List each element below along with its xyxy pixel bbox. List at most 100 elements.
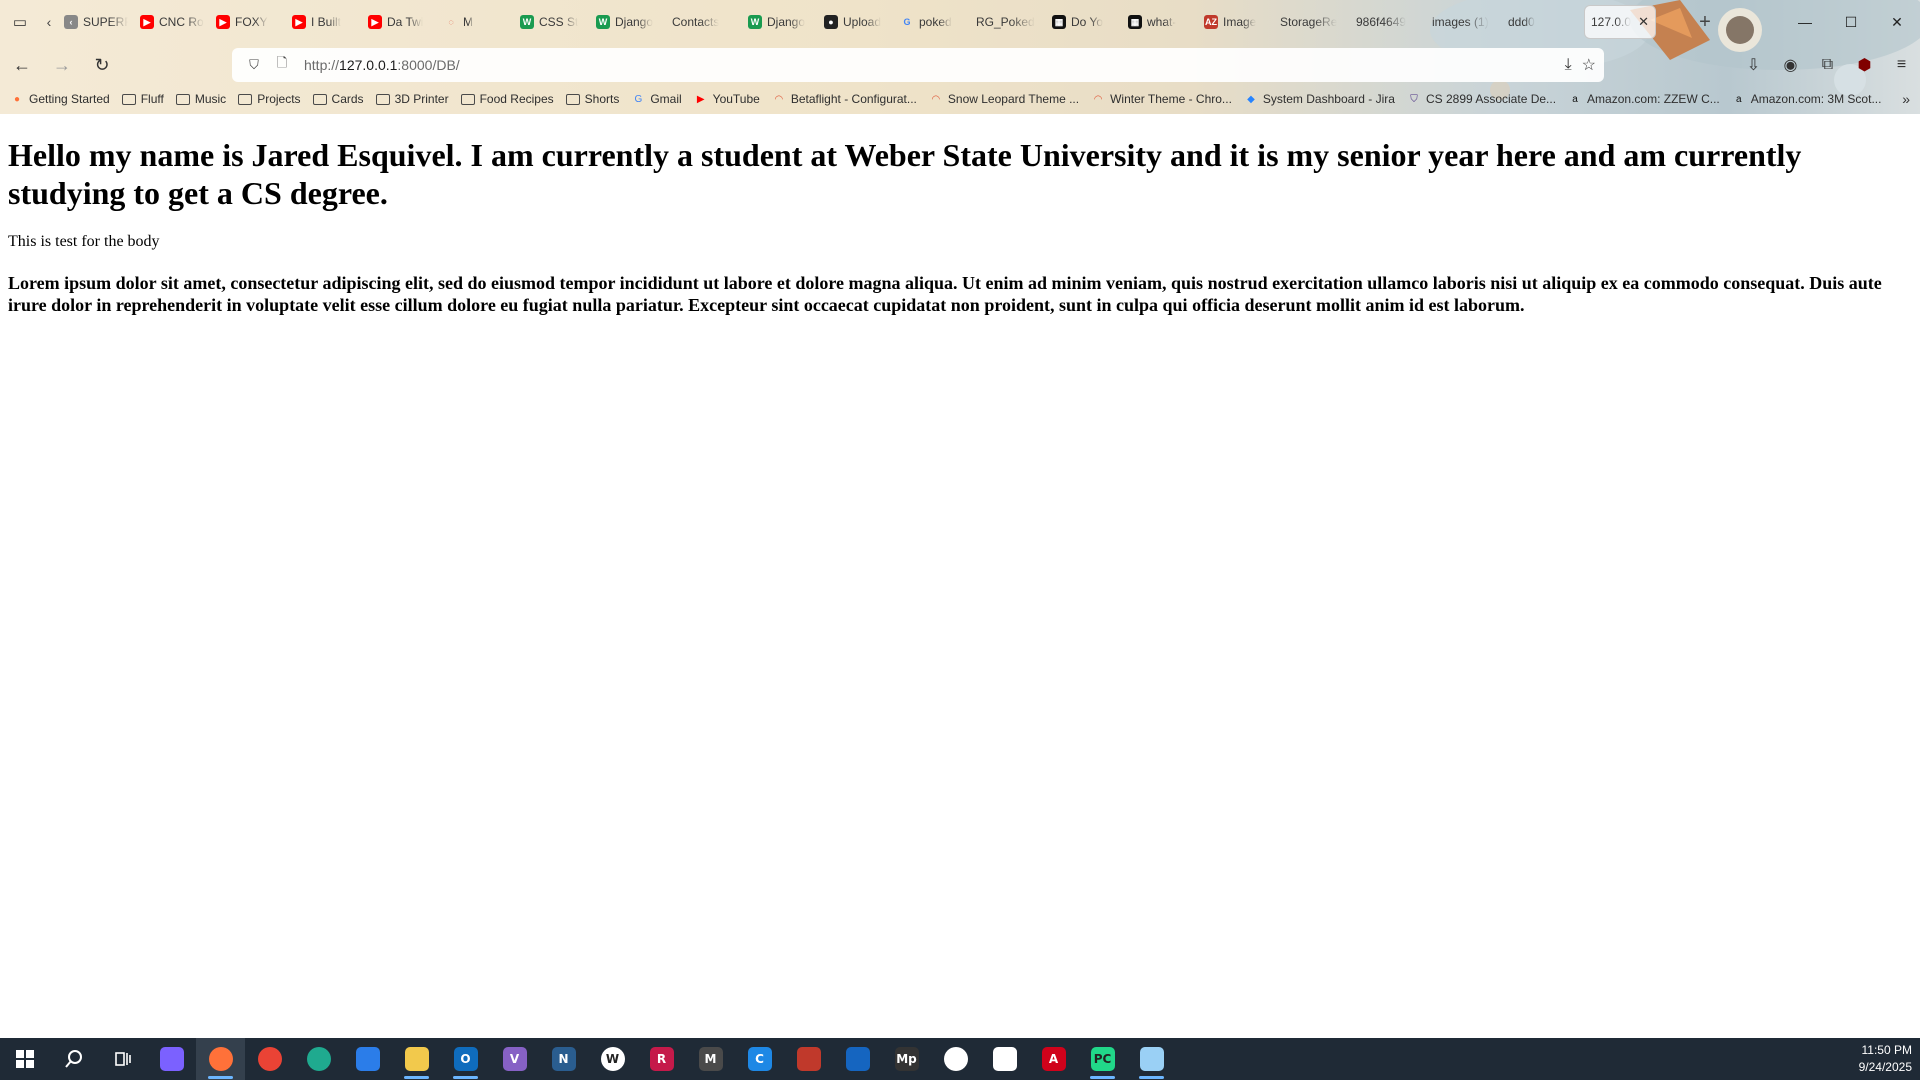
account-icon[interactable]: ◉ xyxy=(1772,49,1809,81)
copilot-icon[interactable] xyxy=(147,1038,196,1080)
start-icon[interactable] xyxy=(0,1038,49,1080)
tab[interactable]: W Django xyxy=(590,5,666,39)
bookmark-item[interactable]: ▶ YouTube xyxy=(694,92,760,106)
copilot-glyph xyxy=(159,1047,184,1071)
bookmark-item[interactable]: ◠ Betaflight - Configurat... xyxy=(772,92,916,106)
bookmark-item[interactable]: a Amazon.com: ZZEW C... xyxy=(1568,92,1719,106)
nav-app-icon[interactable]: N xyxy=(539,1038,588,1080)
tab[interactable]: W CSS St xyxy=(514,5,590,39)
new-tab-icon[interactable]: + xyxy=(1690,5,1720,39)
tab-label: RG_Poked xyxy=(976,15,1035,29)
reload-icon[interactable]: ↻ xyxy=(84,49,120,81)
tab[interactable]: RG_Poked xyxy=(970,5,1046,39)
tab[interactable]: ‹ SUPERFAST xyxy=(58,5,134,39)
tab[interactable]: ddd0 xyxy=(1502,5,1578,39)
multipass-icon[interactable]: Mp xyxy=(882,1038,931,1080)
ublock-icon[interactable]: ⬢ xyxy=(1846,49,1883,81)
tab[interactable]: ▶ Da Twi xyxy=(362,5,438,39)
tab[interactable]: ▶ FOXY xyxy=(210,5,286,39)
bookmarks-overflow-icon[interactable]: » xyxy=(1902,86,1910,112)
tab[interactable]: StorageRe xyxy=(1274,5,1350,39)
minecraft-icon[interactable]: M xyxy=(686,1038,735,1080)
bookmark-item[interactable]: ◆ System Dashboard - Jira xyxy=(1244,92,1395,106)
raspberry-pi-icon[interactable]: R xyxy=(637,1038,686,1080)
tab[interactable]: W Django xyxy=(742,5,818,39)
bookmark-item[interactable]: a Amazon.com: 3M Scot... xyxy=(1732,92,1882,106)
tab[interactable]: Gpoked xyxy=(894,5,970,39)
tab-close-icon[interactable]: ✕ xyxy=(1638,14,1649,30)
webex-icon[interactable]: W xyxy=(588,1038,637,1080)
edge-icon[interactable] xyxy=(294,1038,343,1080)
search-icon[interactable] xyxy=(49,1038,98,1080)
bookmark-item[interactable]: Food Recipes xyxy=(460,92,554,106)
jira-icon: ◆ xyxy=(1247,93,1255,105)
bookmark-item[interactable]: ◠ Winter Theme - Chro... xyxy=(1091,92,1232,106)
bookmark-item[interactable]: Shorts xyxy=(565,92,619,106)
page-info-icon[interactable]: 🗋 xyxy=(270,53,294,77)
pycharm-icon[interactable]: PC xyxy=(1078,1038,1127,1080)
app-red-icon[interactable] xyxy=(784,1038,833,1080)
github-icon: ● xyxy=(824,15,838,29)
youtube-icon: ▶ xyxy=(216,15,230,29)
tab[interactable]: ▶ I Built xyxy=(286,5,362,39)
bookmark-item[interactable]: ◠ Snow Leopard Theme ... xyxy=(929,92,1080,106)
amazon-icon: a xyxy=(1735,93,1742,105)
app-blue-icon[interactable] xyxy=(833,1038,882,1080)
tab[interactable]: ▦ Do Yo xyxy=(1046,5,1122,39)
tab[interactable]: ● Upload xyxy=(818,5,894,39)
bookmarks-bar: ● Getting Started Fluff Music Projects Cards 3… xyxy=(0,86,1920,112)
extensions-icon[interactable]: ⧉ xyxy=(1809,49,1846,81)
url-bar[interactable]: ⛉ 🗋 http://127.0.0.1:8000/DB/ ⤓ ☆ xyxy=(232,48,1604,82)
tab-active[interactable]: 127.0.0 ✕ xyxy=(1584,5,1656,39)
tab[interactable]: ◌ M xyxy=(438,5,514,39)
tab-scroll-left-icon[interactable]: ‹ xyxy=(40,0,58,44)
visual-studio-icon[interactable]: V xyxy=(490,1038,539,1080)
task-view-icon[interactable] xyxy=(98,1038,147,1080)
amd-icon[interactable]: A xyxy=(1029,1038,1078,1080)
tab[interactable]: ▦ what- xyxy=(1122,5,1198,39)
bookmark-item[interactable]: G Gmail xyxy=(631,92,681,106)
tab[interactable]: 986f4649 xyxy=(1350,5,1426,39)
menu-icon[interactable]: ≡ xyxy=(1883,49,1920,81)
store-icon[interactable] xyxy=(343,1038,392,1080)
bookmark-item[interactable]: Cards xyxy=(312,92,364,106)
system-clock[interactable]: 11:50 PM 9/24/2025 xyxy=(1859,1042,1912,1076)
tab-label: StorageRe xyxy=(1280,15,1338,29)
notes-glyph xyxy=(1139,1047,1164,1071)
theme-icon: ◠ xyxy=(931,93,941,105)
tab-label: I Built xyxy=(311,15,342,29)
shield-icon[interactable]: ⛉ xyxy=(242,53,266,77)
bookmark-item[interactable]: 3D Printer xyxy=(375,92,449,106)
save-page-icon[interactable]: ⤓ xyxy=(1565,56,1572,74)
bookmark-item[interactable]: Music xyxy=(175,92,226,106)
mongodb-icon[interactable] xyxy=(931,1038,980,1080)
minimize-icon[interactable]: — xyxy=(1782,0,1828,44)
notes-icon[interactable] xyxy=(1127,1038,1176,1080)
google-icon: G xyxy=(903,17,911,27)
bookmark-label: YouTube xyxy=(712,92,760,106)
tab[interactable]: ▶ CNC Router xyxy=(134,5,210,39)
bookmark-item[interactable]: Fluff xyxy=(121,92,164,106)
tab-list-icon[interactable]: ▭ xyxy=(0,0,40,44)
downloads-icon[interactable]: ⇩ xyxy=(1735,49,1772,81)
google-icon: G xyxy=(634,93,643,105)
tab[interactable]: Contacts xyxy=(666,5,742,39)
back-icon[interactable]: ← xyxy=(4,49,40,81)
file-explorer-icon[interactable] xyxy=(392,1038,441,1080)
maximize-icon[interactable]: ☐ xyxy=(1828,0,1874,44)
app-orange-icon[interactable] xyxy=(980,1038,1029,1080)
chrome-icon[interactable] xyxy=(245,1038,294,1080)
bookmark-item[interactable]: ⛉ CS 2899 Associate De... xyxy=(1407,92,1556,106)
close-window-icon[interactable]: ✕ xyxy=(1874,0,1920,44)
forward-icon[interactable]: → xyxy=(44,49,80,81)
bookmark-item[interactable]: Projects xyxy=(238,92,301,106)
tab[interactable]: AZ Image xyxy=(1198,5,1274,39)
clion-icon[interactable]: C xyxy=(735,1038,784,1080)
tab-active-label: 127.0.0 xyxy=(1591,15,1632,29)
bookmark-item[interactable]: ● Getting Started xyxy=(10,92,110,106)
bookmark-star-icon[interactable]: ☆ xyxy=(1582,55,1596,75)
firefox-icon[interactable] xyxy=(196,1038,245,1080)
url-text[interactable]: http://127.0.0.1:8000/DB/ xyxy=(304,57,460,73)
outlook-icon[interactable]: O xyxy=(441,1038,490,1080)
tab[interactable]: images (1) xyxy=(1426,5,1502,39)
